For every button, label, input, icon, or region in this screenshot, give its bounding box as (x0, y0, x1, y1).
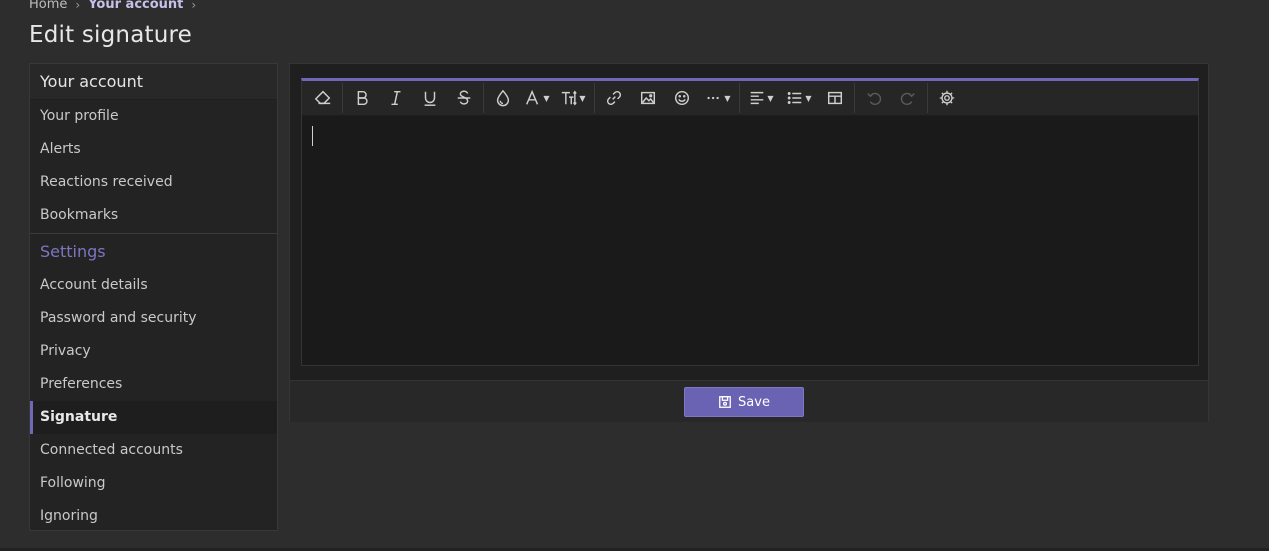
signature-panel: ▼ ▼ ▼ ▼ ▼ Save (289, 63, 1209, 422)
account-sidebar: Your account Your profile Alerts Reactio… (29, 63, 278, 531)
eraser-icon[interactable] (306, 83, 340, 113)
toolbar-divider (342, 83, 343, 113)
strikethrough-icon[interactable] (447, 83, 481, 113)
breadcrumb: Home › Your account › (29, 0, 204, 12)
toolbar-divider (927, 83, 928, 113)
undo-icon[interactable] (857, 83, 891, 113)
signature-text-area[interactable] (302, 116, 1198, 366)
sidebar-item-your-profile[interactable]: Your profile (30, 100, 277, 133)
page-title: Edit signature (29, 22, 192, 48)
settings-icon[interactable] (930, 83, 964, 113)
toolbar-divider (483, 83, 484, 113)
font-family-icon[interactable]: ▼ (520, 83, 554, 113)
sidebar-item-reactions[interactable]: Reactions received (30, 166, 277, 199)
font-size-icon[interactable]: ▼ (554, 83, 592, 113)
smilie-icon[interactable] (665, 83, 699, 113)
underline-icon[interactable] (413, 83, 447, 113)
sidebar-item-ignoring[interactable]: Ignoring (30, 500, 277, 533)
list-icon[interactable]: ▼ (780, 83, 818, 113)
breadcrumb-your-account[interactable]: Your account (88, 0, 183, 12)
more-options-icon[interactable]: ▼ (699, 83, 737, 113)
rich-text-editor: ▼ ▼ ▼ ▼ ▼ (301, 78, 1199, 366)
sidebar-item-password-security[interactable]: Password and security (30, 302, 277, 335)
sidebar-item-alerts[interactable]: Alerts (30, 133, 277, 166)
save-button[interactable]: Save (684, 387, 804, 417)
sidebar-item-preferences[interactable]: Preferences (30, 368, 277, 401)
sidebar-header: Your account (30, 64, 277, 100)
bold-icon[interactable] (345, 83, 379, 113)
image-icon[interactable] (631, 83, 665, 113)
toolbar-divider (594, 83, 595, 113)
text-cursor (312, 126, 313, 146)
editor-toolbar: ▼ ▼ ▼ ▼ ▼ (302, 81, 1198, 116)
save-button-label: Save (738, 394, 770, 410)
chevron-right-icon: › (191, 0, 197, 12)
chevron-right-icon: › (75, 0, 81, 12)
toolbar-divider (739, 83, 740, 113)
sidebar-item-connected-accounts[interactable]: Connected accounts (30, 434, 277, 467)
redo-icon[interactable] (891, 83, 925, 113)
text-color-icon[interactable] (486, 83, 520, 113)
sidebar-item-account-details[interactable]: Account details (30, 269, 277, 302)
sidebar-item-bookmarks[interactable]: Bookmarks (30, 199, 277, 232)
link-icon[interactable] (597, 83, 631, 113)
toolbar-divider (854, 83, 855, 113)
breadcrumb-home[interactable]: Home (29, 0, 67, 12)
italic-icon[interactable] (379, 83, 413, 113)
align-icon[interactable]: ▼ (742, 83, 780, 113)
sidebar-section-settings: Settings (40, 242, 106, 261)
sidebar-item-privacy[interactable]: Privacy (30, 335, 277, 368)
save-icon (719, 396, 731, 408)
sidebar-item-following[interactable]: Following (30, 467, 277, 500)
sidebar-item-signature[interactable]: Signature (30, 401, 277, 434)
form-footer: Save (290, 380, 1208, 422)
table-icon[interactable] (818, 83, 852, 113)
